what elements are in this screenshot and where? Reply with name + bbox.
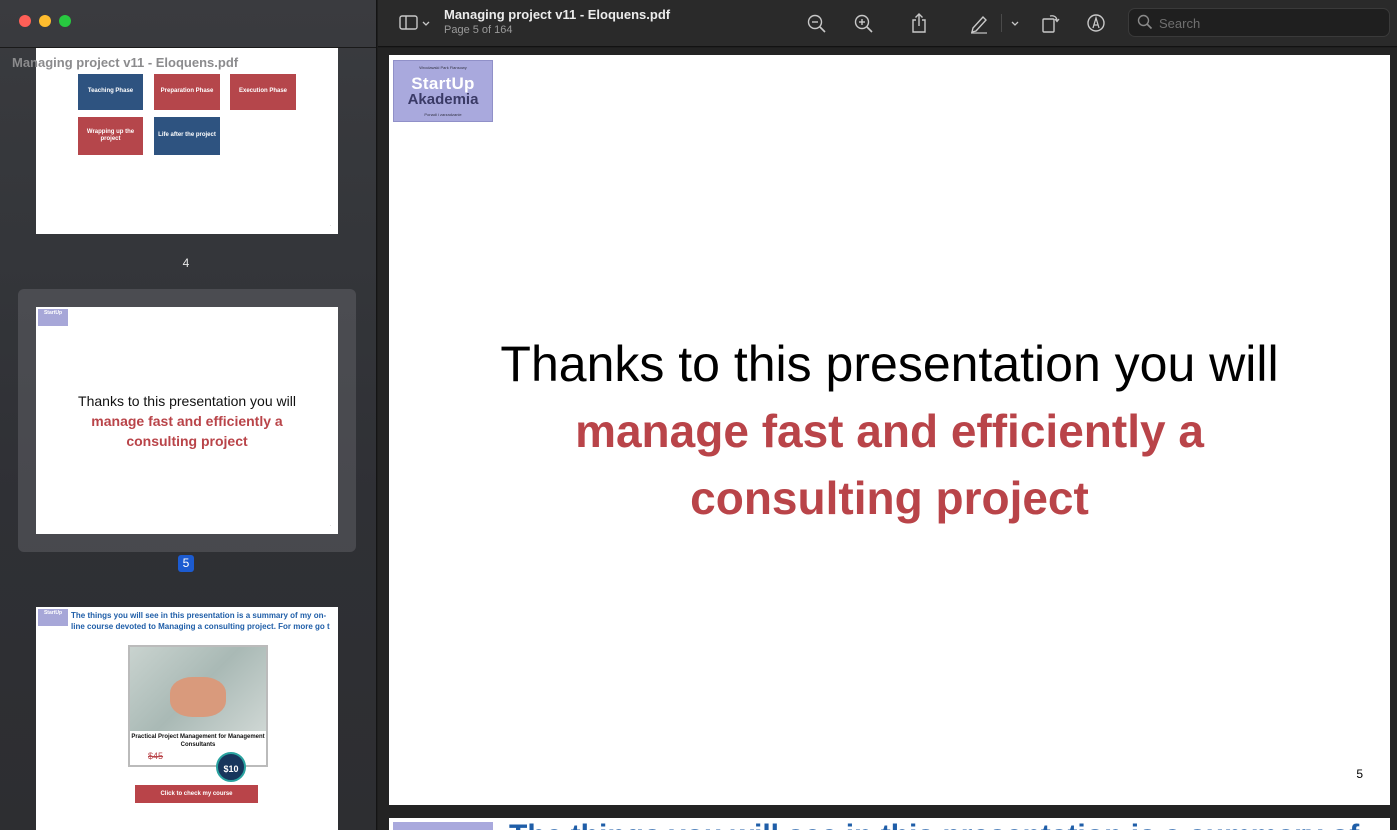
sidebar-toggle-button[interactable]: [396, 12, 432, 34]
thumb-logo: StartUp: [38, 609, 68, 626]
slide-line-3: consulting project: [690, 472, 1089, 524]
logo-top-text: Wroclawski Park Fiansowy: [419, 65, 467, 70]
logo-akademia: Akademia: [407, 91, 479, 108]
thumb-box-preparation: Preparation Phase: [154, 74, 220, 110]
hands-image: [170, 677, 226, 717]
thumb-line-2: manage fast and efficiently a: [91, 413, 283, 429]
share-button[interactable]: [909, 12, 929, 34]
course-button: Click to check my course: [135, 785, 258, 803]
slide-page-number: 5: [1356, 767, 1363, 781]
document-view[interactable]: Wroclawski Park Fiansowy StartUp Akademi…: [378, 48, 1397, 830]
pdf-page-6-partial: The things you will see in this presenta…: [389, 818, 1390, 830]
maximize-window-button[interactable]: [59, 15, 71, 27]
thumbnail-sidebar: Teaching Phase Preparation Phase Executi…: [0, 0, 377, 830]
slide-statement: Thanks to this presentation you will man…: [389, 331, 1390, 532]
price-badge: $10: [216, 752, 246, 782]
search-icon: [1137, 14, 1153, 30]
annotate-icon: [1087, 14, 1105, 32]
markup-icon: [971, 15, 987, 34]
thumbnail-page-6[interactable]: StartUp The things you will see in this …: [36, 607, 338, 830]
toolbar: Managing project v11 - Eloquens.pdf Page…: [378, 0, 1397, 47]
window-title: Managing project v11 - Eloquens.pdf: [444, 7, 671, 22]
slide-line-2: manage fast and efficiently a: [575, 405, 1204, 457]
thumbnail-page-4[interactable]: Teaching Phase Preparation Phase Executi…: [36, 48, 338, 234]
thumb-line-1: Thanks to this presentation you will: [78, 393, 296, 409]
share-icon: [912, 13, 926, 33]
thumb-box-execution: Execution Phase: [230, 74, 296, 110]
zoom-in-button[interactable]: [853, 12, 875, 34]
thumb-heading: The things you will see in this presenta…: [71, 611, 330, 631]
search-field[interactable]: Search: [1128, 8, 1390, 37]
course-photo: [130, 647, 266, 731]
thumb-page-mark: .: [329, 522, 331, 527]
thumbnail-page-5[interactable]: StartUp Thanks to this presentation you …: [36, 307, 338, 534]
minimize-window-button[interactable]: [39, 15, 51, 27]
annotate-button[interactable]: [1085, 12, 1107, 34]
slide-line-1: Thanks to this presentation you will: [500, 336, 1279, 392]
old-price: $45: [148, 751, 164, 761]
thumb-box-life-after: Life after the project: [154, 117, 220, 155]
markup-button[interactable]: [968, 12, 990, 34]
preview-app: Teaching Phase Preparation Phase Executi…: [0, 0, 1397, 830]
thumb-course-card: Practical Project Management for Managem…: [128, 645, 268, 767]
zoom-in-icon: [854, 14, 873, 33]
toolbar-separator: [1001, 14, 1002, 32]
page-indicator: Page 5 of 164: [444, 24, 513, 36]
sidebar-icon: [399, 15, 430, 30]
pdf-page-5: Wroclawski Park Fiansowy StartUp Akademi…: [389, 55, 1390, 805]
thumb-box-teaching: Teaching Phase: [78, 74, 143, 110]
course-caption: Practical Project Management for Managem…: [131, 734, 265, 748]
zoom-out-icon: [807, 14, 826, 33]
next-page-heading: The things you will see in this presenta…: [509, 819, 1359, 830]
thumb-logo: StartUp: [38, 309, 68, 326]
window-controls: [19, 15, 71, 27]
startup-akademia-logo: Wroclawski Park Fiansowy StartUp Akademi…: [393, 60, 493, 122]
markup-menu-button[interactable]: [1008, 12, 1022, 34]
close-window-button[interactable]: [19, 15, 31, 27]
chevron-down-icon: [1011, 21, 1019, 26]
next-page-logo: [393, 822, 493, 830]
rotate-icon: [1042, 15, 1060, 33]
thumb-page-mark: .: [329, 222, 331, 227]
logo-bottom-text: Ponadi i zarzadzanie: [424, 112, 462, 117]
thumbnail-page-number-4: 4: [182, 256, 190, 270]
thumb-box-wrapping: Wrapping up the project: [78, 117, 143, 155]
thumb-slide-text: Thanks to this presentation you will man…: [36, 391, 338, 451]
thumbnail-page-number-5: 5: [178, 555, 194, 572]
search-placeholder: Search: [1159, 16, 1201, 31]
thumb-line-3: consulting project: [126, 433, 248, 449]
sidebar-doc-title: Managing project v11 - Eloquens.pdf: [12, 55, 239, 70]
rotate-button[interactable]: [1040, 12, 1060, 34]
logo-startup: StartUp: [411, 74, 475, 93]
zoom-out-button[interactable]: [806, 12, 828, 34]
